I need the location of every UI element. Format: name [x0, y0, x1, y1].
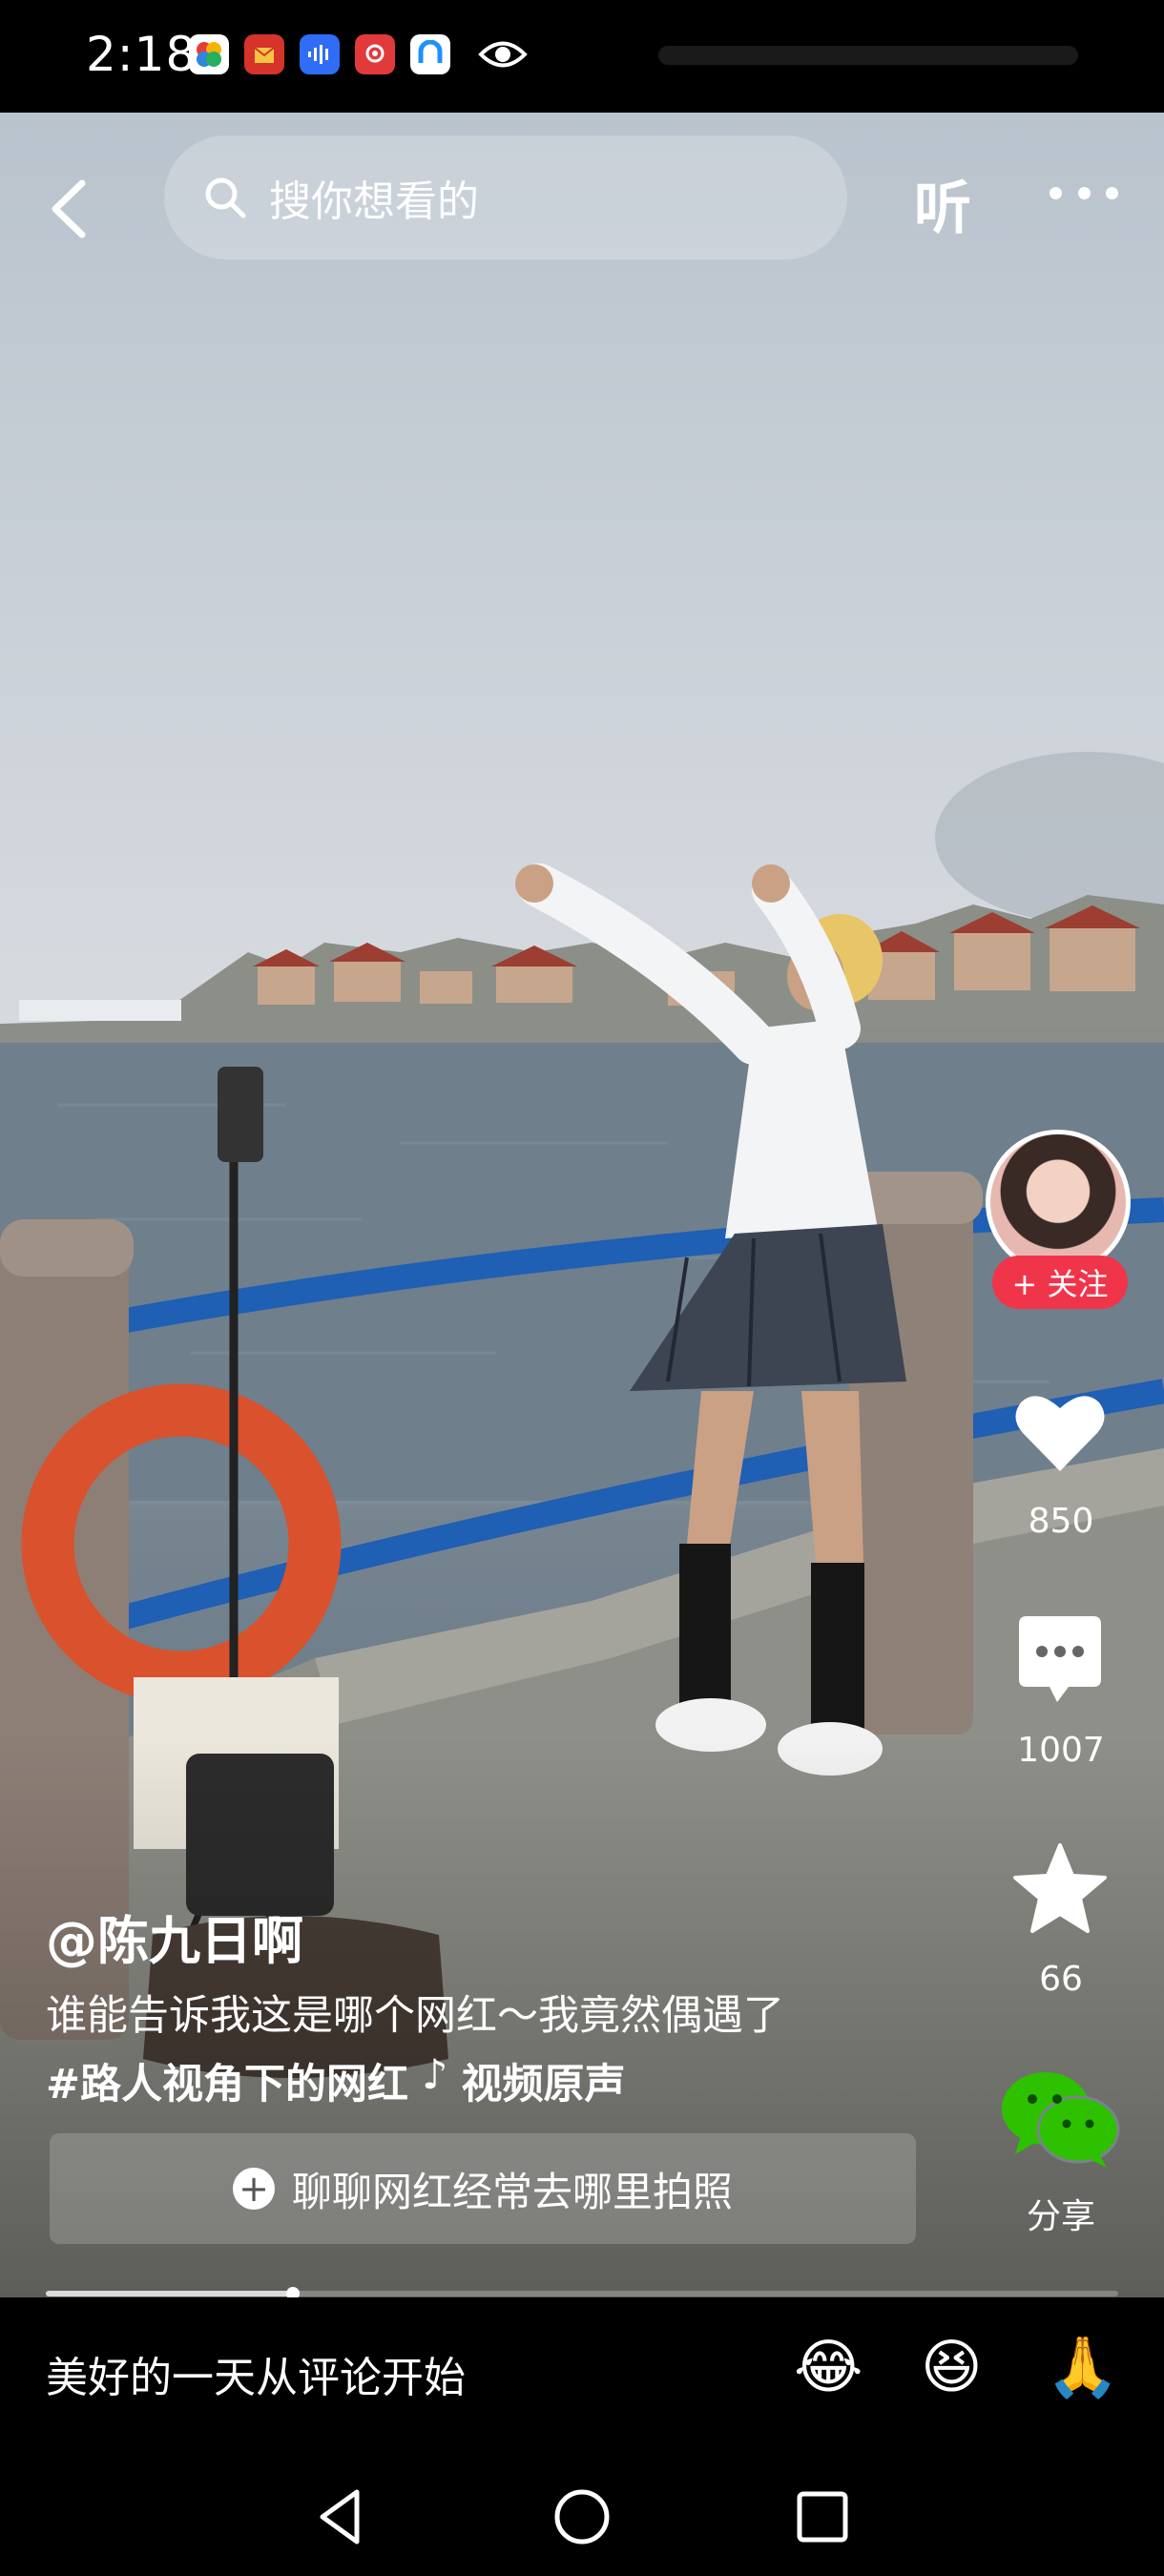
app-notification-icon [189, 34, 229, 74]
music-note-icon: ♪ [422, 2051, 448, 2099]
status-bar: 2:18 [0, 0, 1164, 113]
chat-suggestion-label: 聊聊网红经常去哪里拍照 [291, 2168, 733, 2215]
comment-bubble-icon[interactable] [1009, 1610, 1111, 1712]
status-app-icons [189, 34, 529, 74]
favorite-count: 66 [1039, 1960, 1083, 1999]
like-count: 850 [1028, 1502, 1094, 1541]
author-avatar[interactable] [986, 1130, 1131, 1275]
comment-bar: 美好的一天从评论开始 😂 😆 🙏 [0, 2297, 1164, 2441]
hashtag-link[interactable]: #路人视角下的网红 [46, 2051, 408, 2110]
nav-home-icon[interactable] [544, 2479, 620, 2555]
favorite-star-icon[interactable] [1009, 1839, 1111, 1941]
status-clock: 2:18 [86, 27, 197, 82]
wechat-share-icon[interactable] [998, 2068, 1122, 2170]
search-bar[interactable]: 搜你想看的 [164, 135, 847, 260]
more-options-icon[interactable] [1050, 187, 1118, 206]
share-label: 分享 [1026, 2197, 1095, 2236]
playback-progress-bar[interactable] [46, 2287, 1118, 2297]
comment-count: 1007 [1017, 1731, 1105, 1770]
blue-app-icon [410, 34, 450, 74]
listen-button[interactable]: 听 [914, 162, 971, 245]
eye-icon [477, 34, 529, 74]
video-description: 谁能告诉我这是哪个网红～我竟然偶遇了 [46, 1992, 784, 2040]
voice-app-icon [300, 34, 340, 74]
original-sound-link[interactable]: 视频原声 [461, 2051, 625, 2110]
tagline: #路人视角下的网红 ♪ 视频原声 [46, 2051, 625, 2110]
like-heart-icon[interactable] [1009, 1383, 1111, 1485]
search-icon [205, 177, 246, 218]
nav-back-icon[interactable] [303, 2479, 380, 2555]
nav-recents-icon[interactable] [784, 2479, 861, 2555]
red-envelope-icon [244, 34, 284, 74]
red-app-icon [355, 34, 395, 74]
search-placeholder: 搜你想看的 [269, 177, 479, 226]
video-player[interactable]: 搜你想看的 听 + 关注 850 1007 66 分享 @陈九日啊 谁能告诉我这… [0, 113, 1164, 2297]
comment-input[interactable]: 美好的一天从评论开始 [46, 2343, 466, 2404]
grinning-emoji[interactable]: 😆 [921, 2337, 983, 2397]
back-arrow-icon[interactable] [40, 166, 97, 252]
author-handle[interactable]: @陈九日啊 [46, 1899, 303, 1974]
laughing-tears-emoji[interactable]: 😂 [794, 2337, 863, 2397]
plus-icon: + [232, 2168, 275, 2210]
praying-hands-emoji[interactable]: 🙏 [1046, 2337, 1119, 2397]
chat-suggestion-button[interactable]: + 聊聊网红经常去哪里拍照 [50, 2133, 916, 2244]
playback-progress-fill [46, 2291, 293, 2296]
status-indicators-obscured [658, 46, 1078, 65]
playback-scrubber-handle[interactable] [285, 2287, 300, 2297]
follow-button[interactable]: + 关注 [992, 1256, 1128, 1309]
system-nav-bar [0, 2441, 1164, 2576]
